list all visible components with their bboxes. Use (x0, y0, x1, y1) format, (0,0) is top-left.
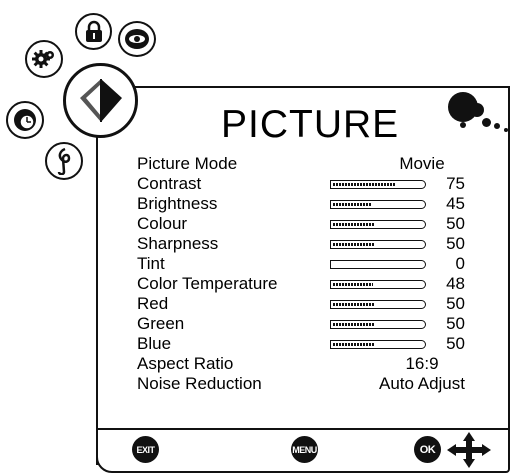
setting-value: 75 (446, 174, 465, 193)
setting-row[interactable]: Contrast 75 (137, 174, 497, 194)
category-eye[interactable] (118, 21, 156, 57)
setting-slider[interactable] (330, 240, 426, 249)
setting-label: Blue (137, 334, 172, 353)
setting-value: 16:9 (405, 354, 439, 373)
setting-label: Sharpness (137, 234, 219, 253)
setting-row[interactable]: Noise Reduction Auto Adjust (137, 374, 497, 394)
setting-slider[interactable] (330, 320, 426, 329)
setting-label: Contrast (137, 174, 202, 193)
setting-slider[interactable] (330, 340, 426, 349)
setting-value: 50 (446, 214, 465, 233)
setting-label: Tint (137, 254, 165, 273)
slider-fill (333, 242, 375, 246)
setting-value: Auto Adjust (378, 374, 465, 393)
setting-label: Picture Mode (137, 154, 238, 173)
setting-slider[interactable] (330, 300, 426, 309)
settings-list: Picture Mode Movie Contrast 75 Brightness 45 C… (137, 154, 497, 394)
setting-value: Movie (399, 154, 445, 173)
setting-row[interactable]: Aspect Ratio 16:9 (137, 354, 497, 374)
slider-fill (333, 302, 375, 306)
clock-icon (14, 109, 36, 131)
setting-value: 50 (446, 294, 465, 313)
eye-icon (125, 29, 149, 49)
setting-label: Color Temperature (137, 274, 278, 293)
setting-value: 45 (446, 194, 465, 213)
setting-slider[interactable] (330, 220, 426, 229)
setting-slider[interactable] (330, 260, 426, 269)
setting-row[interactable]: Colour 50 (137, 214, 497, 234)
slider-fill (333, 342, 375, 346)
setting-label: Noise Reduction (137, 374, 262, 393)
slider-fill (333, 322, 375, 326)
slider-fill (333, 182, 396, 186)
ok-button[interactable]: OK (414, 436, 441, 463)
setting-value: 50 (446, 314, 465, 333)
setting-row[interactable]: Picture Mode Movie (137, 154, 497, 174)
setting-slider[interactable] (330, 280, 426, 289)
music-icon (57, 147, 71, 175)
slider-fill (333, 282, 373, 286)
arrows-icon[interactable] (445, 432, 493, 468)
setting-slider[interactable] (330, 180, 426, 189)
setting-value: 50 (446, 334, 465, 353)
setting-label: Green (137, 314, 185, 333)
slider-fill (333, 202, 371, 206)
setting-row[interactable]: Blue 50 (137, 334, 497, 354)
setting-row[interactable]: Brightness 45 (137, 194, 497, 214)
category-audio[interactable] (45, 142, 83, 180)
setting-label: Red (137, 294, 169, 313)
category-settings[interactable] (25, 40, 63, 78)
setting-row[interactable]: Tint 0 (137, 254, 497, 274)
setting-value: 48 (446, 274, 465, 293)
setting-row[interactable]: Red 50 (137, 294, 497, 314)
setting-label: Aspect Ratio (137, 354, 234, 373)
setting-value: 50 (446, 234, 465, 253)
menu-button[interactable]: MENU (291, 436, 318, 463)
page-title: PICTURE (221, 103, 400, 146)
slider-fill (333, 222, 375, 226)
category-picture[interactable] (63, 63, 138, 138)
setting-value: 0 (455, 254, 465, 273)
setting-row[interactable]: Sharpness 50 (137, 234, 497, 254)
exit-button[interactable]: EXIT (132, 436, 159, 463)
category-clock[interactable] (6, 101, 44, 139)
lock-icon (85, 20, 102, 42)
setting-label: Colour (137, 214, 188, 233)
category-lock[interactable] (75, 13, 112, 50)
picture-icon (79, 78, 122, 122)
setting-label: Brightness (137, 194, 218, 213)
setting-slider[interactable] (330, 200, 426, 209)
setting-row[interactable]: Green 50 (137, 314, 497, 334)
gear-icon (32, 50, 54, 68)
setting-row[interactable]: Color Temperature 48 (137, 274, 497, 294)
